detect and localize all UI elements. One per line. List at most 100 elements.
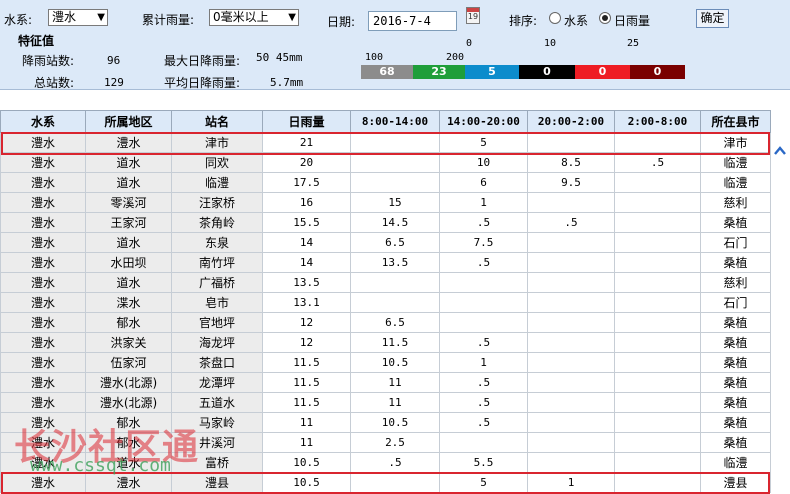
legend-threshold-10: 10 bbox=[544, 38, 557, 49]
table-row[interactable]: 澧水 水田坝 南竹坪 14 13.5.5 桑植 bbox=[0, 252, 771, 273]
column-header[interactable]: 站名 bbox=[171, 110, 263, 133]
table-cell: 桑植 bbox=[700, 332, 771, 353]
date-input[interactable]: 2016-7-4 bbox=[368, 11, 457, 31]
table-cell: 临澧 bbox=[700, 172, 771, 193]
table-cell: 2.5 bbox=[350, 432, 440, 453]
table-cell: 17.5 bbox=[262, 172, 351, 193]
cumulative-rain-select[interactable]: 0毫米以上 ▼ bbox=[209, 9, 299, 26]
table-cell: 11 bbox=[350, 392, 440, 413]
column-header[interactable]: 8:00-14:00 bbox=[350, 110, 440, 133]
water-system-select[interactable]: 澧水 ▼ bbox=[48, 9, 108, 26]
table-cell bbox=[614, 432, 701, 453]
legend-bar-1: 68 bbox=[361, 65, 413, 79]
table-cell: 津市 bbox=[700, 132, 771, 153]
max-daily-value: 50 45mm bbox=[256, 51, 303, 64]
column-header[interactable]: 所属地区 bbox=[85, 110, 172, 133]
table-cell bbox=[614, 332, 701, 353]
table-cell: 5 bbox=[439, 132, 528, 153]
table-row[interactable]: 澧水 澧水 津市 21 5 津市 bbox=[0, 132, 771, 153]
sort-radio-daily-rain[interactable] bbox=[599, 12, 611, 24]
table-cell: 10.5 bbox=[262, 472, 351, 493]
table-cell: 澧水 bbox=[0, 352, 86, 373]
table-cell: 南竹坪 bbox=[171, 252, 263, 273]
table-cell: .5 bbox=[614, 152, 701, 173]
table-cell bbox=[527, 452, 615, 473]
table-cell: 8.5 bbox=[527, 152, 615, 173]
table-row[interactable]: 澧水 伍家河 茶盘口 11.5 10.5 1 桑植 bbox=[0, 352, 771, 373]
table-cell: .5 bbox=[439, 412, 528, 433]
table-cell: 石门 bbox=[700, 292, 771, 313]
table-cell: 12 bbox=[262, 312, 351, 333]
legend-bar-4: 0 bbox=[519, 65, 575, 79]
table-cell bbox=[614, 372, 701, 393]
table-cell: 汪家桥 bbox=[171, 192, 263, 213]
table-cell: 水田坝 bbox=[85, 252, 172, 273]
cumulative-rain-value: 0毫米以上 bbox=[213, 10, 269, 24]
table-row[interactable]: 澧水 道水 临澧 17.5 6 9.5 临澧 bbox=[0, 172, 771, 193]
table-row[interactable]: 澧水 道水 广福桥 13.5 慈利 bbox=[0, 272, 771, 293]
table-cell bbox=[614, 472, 701, 493]
calendar-icon[interactable]: 19 bbox=[466, 7, 480, 24]
table-cell: 海龙坪 bbox=[171, 332, 263, 353]
table-cell: 1 bbox=[527, 472, 615, 493]
confirm-button[interactable]: 确定 bbox=[696, 9, 729, 28]
table-cell: 道水 bbox=[85, 232, 172, 253]
scroll-up-icon[interactable] bbox=[773, 144, 787, 158]
legend-count: 5 bbox=[488, 65, 496, 78]
column-header[interactable]: 所在县市 bbox=[700, 110, 771, 133]
rain-stations-value: 96 bbox=[107, 54, 121, 67]
column-header[interactable]: 20:00-2:00 bbox=[527, 110, 615, 133]
table-cell: 澧水 bbox=[0, 192, 86, 213]
table-cell: 慈利 bbox=[700, 192, 771, 213]
table-cell bbox=[527, 352, 615, 373]
scrollbar[interactable] bbox=[771, 110, 790, 494]
watermark-url: www.cssqt.com bbox=[30, 455, 171, 476]
panel-divider bbox=[0, 89, 790, 109]
table-cell: 11 bbox=[262, 432, 351, 453]
table-cell: 桑植 bbox=[700, 352, 771, 373]
table-cell: 澧水 bbox=[0, 292, 86, 313]
table-cell bbox=[439, 432, 528, 453]
rain-stations-label: 降雨站数: bbox=[22, 54, 75, 68]
table-row[interactable]: 澧水 道水 同欢 20 10 8.5.5 临澧 bbox=[0, 152, 771, 173]
column-header[interactable]: 日雨量 bbox=[262, 110, 351, 133]
table-cell: 澧水 bbox=[0, 372, 86, 393]
table-cell: 临澧 bbox=[700, 452, 771, 473]
table-cell: 澧水 bbox=[85, 132, 172, 153]
table-row[interactable]: 澧水 道水 东泉 14 6.5 7.5 石门 bbox=[0, 232, 771, 253]
table-cell bbox=[614, 132, 701, 153]
table-cell: 澧水 bbox=[0, 272, 86, 293]
table-cell: 7.5 bbox=[439, 232, 528, 253]
table-cell: 道水 bbox=[85, 272, 172, 293]
column-header[interactable]: 2:00-8:00 bbox=[614, 110, 701, 133]
table-cell bbox=[350, 292, 440, 313]
table-row[interactable]: 澧水 王家河 茶角岭 15.5 14.5.5.5 桑植 bbox=[0, 212, 771, 233]
table-cell bbox=[527, 332, 615, 353]
table-cell: 洪家关 bbox=[85, 332, 172, 353]
table-cell: 五道水 bbox=[171, 392, 263, 413]
table-row[interactable]: 澧水 澧水(北源) 五道水 11.5 11.5 桑植 bbox=[0, 392, 771, 413]
table-header-row: 水系 所属地区 站名 日雨量 8:00-14:00 14:00-20:00 20… bbox=[0, 110, 771, 133]
table-row[interactable]: 澧水 洪家关 海龙坪 12 11.5.5 桑植 bbox=[0, 332, 771, 353]
table-row[interactable]: 澧水 郁水 官地坪 12 6.5 桑植 bbox=[0, 312, 771, 333]
sort-option-daily-rain: 日雨量 bbox=[614, 14, 651, 28]
table-cell bbox=[614, 312, 701, 333]
table-cell bbox=[350, 472, 440, 493]
column-header[interactable]: 14:00-20:00 bbox=[439, 110, 528, 133]
table-cell bbox=[527, 412, 615, 433]
table-row[interactable]: 澧水 渫水 皂市 13.1 石门 bbox=[0, 292, 771, 313]
table-cell: 13.5 bbox=[262, 272, 351, 293]
table-cell bbox=[614, 452, 701, 473]
table-cell bbox=[614, 412, 701, 433]
legend-bar-2: 23 bbox=[413, 65, 465, 79]
table-row[interactable]: 澧水 澧水(北源) 龙潭坪 11.5 11.5 桑植 bbox=[0, 372, 771, 393]
table-cell: 道水 bbox=[85, 172, 172, 193]
table-cell: 20 bbox=[262, 152, 351, 173]
column-header[interactable]: 水系 bbox=[0, 110, 86, 133]
table-row[interactable]: 澧水 零溪河 汪家桥 16 15 1 慈利 bbox=[0, 192, 771, 213]
table-cell bbox=[527, 192, 615, 213]
table-cell: 1 bbox=[439, 192, 528, 213]
sort-radio-water-system[interactable] bbox=[549, 12, 561, 24]
table-cell bbox=[614, 352, 701, 373]
table-cell: 14 bbox=[262, 252, 351, 273]
